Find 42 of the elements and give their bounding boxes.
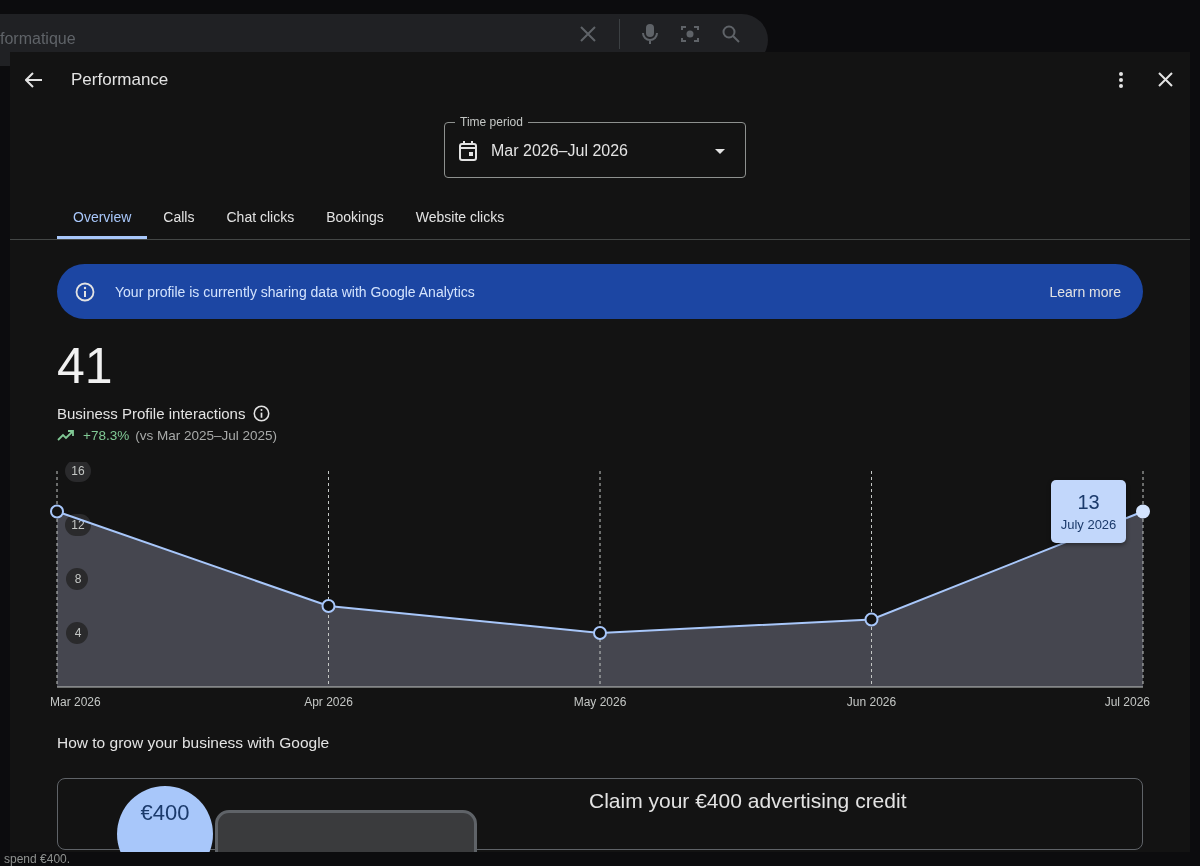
info-icon <box>75 281 95 302</box>
search-icon[interactable] <box>722 25 740 43</box>
info-icon[interactable] <box>253 405 271 422</box>
x-axis-label: Jun 2026 <box>846 695 897 709</box>
y-tick-label: 16 <box>71 464 85 478</box>
dialog-title: Performance <box>71 69 169 90</box>
y-tick-label: 4 <box>74 626 82 640</box>
tab[interactable]: Calls <box>147 199 211 239</box>
change-percent: +78.3% <box>83 428 130 443</box>
comparison-period: (vs Mar 2025–Jul 2025) <box>135 428 277 443</box>
y-tick-label: 8 <box>74 572 82 586</box>
time-period-dropdown[interactable]: Time period Mar 2026–Jul 2026 <box>444 115 746 178</box>
x-axis-label: May 2026 <box>573 695 627 709</box>
banner-message: Your profile is currently sharing data with Google Analytics <box>115 283 475 300</box>
data-point[interactable] <box>50 504 64 519</box>
data-point[interactable] <box>321 599 336 613</box>
credit-badge: €400 <box>117 786 213 852</box>
y-axis-tick: 16 <box>65 462 91 482</box>
x-axis-label: Apr 2026 <box>304 695 353 709</box>
metric-label: Business Profile interactions <box>57 405 246 422</box>
camera-icon[interactable] <box>680 24 700 44</box>
background-text: spend €400. <box>4 852 72 866</box>
calendar-icon <box>459 141 477 161</box>
promo-title: Claim your €400 advertising credit <box>589 789 907 813</box>
data-point[interactable] <box>1136 504 1150 519</box>
trending-up-icon <box>57 430 75 441</box>
total-count: 41 <box>57 337 114 395</box>
tab[interactable]: Website clicks <box>399 199 521 239</box>
chart-tooltip: 13 July 2026 <box>1051 480 1126 543</box>
microphone-icon[interactable] <box>642 23 658 45</box>
section-heading: How to grow your business with Google <box>57 734 331 752</box>
more-options-icon[interactable] <box>1119 71 1123 88</box>
data-point[interactable] <box>593 626 607 640</box>
caret-icon <box>715 148 725 154</box>
data-point[interactable] <box>864 612 879 627</box>
x-axis-label: Mar 2026 <box>50 695 101 709</box>
tab[interactable]: Bookings <box>310 199 400 239</box>
tab[interactable]: Overview <box>57 199 148 239</box>
back-arrow-icon[interactable] <box>25 71 43 88</box>
x-axis-label: Jul 2026 <box>1104 695 1150 709</box>
tab[interactable]: Chat clicks <box>210 199 311 239</box>
learn-more-link[interactable]: Learn more <box>1045 277 1125 306</box>
